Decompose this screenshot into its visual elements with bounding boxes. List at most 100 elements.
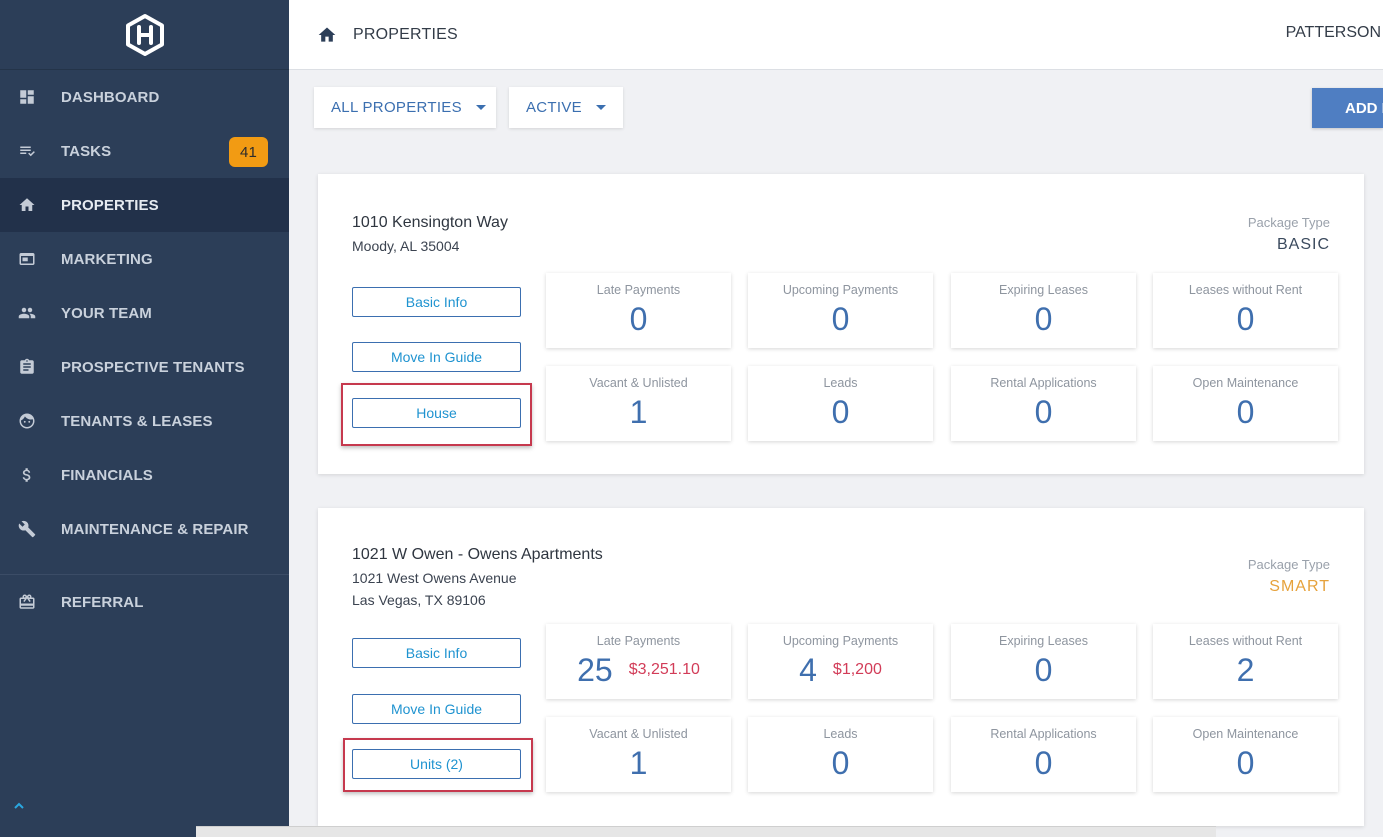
sidebar-item-label: DASHBOARD: [61, 88, 160, 106]
sidebar-item-label: MAINTENANCE & REPAIR: [61, 520, 249, 538]
stat-label: Leads: [823, 727, 858, 741]
add-property-button[interactable]: ADD P: [1312, 88, 1383, 128]
stat-value: 0: [831, 301, 850, 337]
basic-info-button[interactable]: Basic Info: [352, 287, 521, 317]
sidebar-item-label: TASKS: [61, 142, 112, 160]
top-bar: PROPERTIES PATTERSON: [289, 0, 1383, 70]
stat-value: 0: [831, 745, 850, 781]
stat-amount: $3,251.10: [628, 661, 700, 678]
stat-label: Upcoming Payments: [782, 634, 899, 648]
stat-label: Open Maintenance: [1192, 727, 1299, 741]
stat-late-payments[interactable]: Late Payments 0: [546, 273, 731, 348]
sidebar-item-label: REFERRAL: [61, 593, 144, 611]
stat-late-payments[interactable]: Late Payments 25 $3,251.10: [546, 624, 731, 699]
package-type-label: Package Type: [1247, 557, 1330, 572]
sidebar-item-label: TENANTS & LEASES: [61, 412, 213, 430]
stat-label: Vacant & Unlisted: [589, 727, 688, 741]
property-title[interactable]: 1021 W Owen - Owens Apartments: [352, 546, 603, 564]
stat-label: Upcoming Payments: [782, 283, 899, 297]
move-in-guide-button[interactable]: Move In Guide: [352, 694, 521, 724]
sidebar-item-label: PROSPECTIVE TENANTS: [61, 358, 245, 376]
clipboard-icon: [17, 357, 37, 377]
stat-vacant-unlisted[interactable]: Vacant & Unlisted 1: [546, 717, 731, 792]
stat-label: Leases without Rent: [1188, 634, 1303, 648]
sidebar-item-label: YOUR TEAM: [61, 304, 152, 322]
gift-icon: [17, 592, 37, 612]
stat-label: Expiring Leases: [999, 283, 1088, 297]
stat-value: 0: [1034, 745, 1053, 781]
stat-vacant-unlisted[interactable]: Vacant & Unlisted 1: [546, 366, 731, 441]
sidebar-item-tenants-leases[interactable]: TENANTS & LEASES: [0, 394, 289, 448]
sidebar-item-tasks[interactable]: TASKS 41: [0, 124, 289, 178]
sidebar-item-your-team[interactable]: YOUR TEAM: [0, 286, 289, 340]
basic-info-button[interactable]: Basic Info: [352, 638, 521, 668]
stat-label: Leases without Rent: [1188, 283, 1303, 297]
sidebar-item-referral[interactable]: REFERRAL: [0, 575, 289, 629]
house-button[interactable]: House: [352, 398, 521, 428]
stat-upcoming-payments[interactable]: Upcoming Payments 4 $1,200: [748, 624, 933, 699]
stat-leads[interactable]: Leads 0: [748, 366, 933, 441]
stat-label: Leads: [823, 376, 858, 390]
stat-value: 1: [629, 745, 648, 781]
page-title: PROPERTIES: [353, 25, 458, 43]
sidebar-item-marketing[interactable]: MARKETING: [0, 232, 289, 286]
property-card: 1010 Kensington Way Moody, AL 35004 Pack…: [318, 174, 1364, 474]
stat-leases-without-rent[interactable]: Leases without Rent 2: [1153, 624, 1338, 699]
sidebar-item-properties[interactable]: PROPERTIES: [0, 178, 289, 232]
stat-value: 0: [1034, 301, 1053, 337]
stat-label: Expiring Leases: [999, 634, 1088, 648]
status-filter-label: ACTIVE: [526, 99, 582, 116]
stat-label: Rental Applications: [990, 376, 1097, 390]
stat-rental-applications[interactable]: Rental Applications 0: [951, 717, 1136, 792]
stat-label: Late Payments: [596, 634, 681, 648]
logo[interactable]: [0, 0, 289, 70]
home-icon: [17, 195, 37, 215]
stat-value: 0: [1034, 652, 1053, 688]
stat-leases-without-rent[interactable]: Leases without Rent 0: [1153, 273, 1338, 348]
sidebar-item-maintenance-repair[interactable]: MAINTENANCE & REPAIR: [0, 502, 289, 556]
stat-value: 0: [1236, 394, 1255, 430]
stat-value: 2: [1236, 652, 1255, 688]
marketing-icon: [17, 249, 37, 269]
dashboard-icon: [17, 87, 37, 107]
property-address: Moody, AL 35004: [352, 238, 460, 254]
stat-rental-applications[interactable]: Rental Applications 0: [951, 366, 1136, 441]
stat-label: Rental Applications: [990, 727, 1097, 741]
move-in-guide-button[interactable]: Move In Guide: [352, 342, 521, 372]
stat-value: 1: [629, 394, 648, 430]
caret-down-icon: [475, 105, 486, 110]
horizontal-scrollbar[interactable]: [196, 826, 1216, 837]
stat-value: 0: [1236, 301, 1255, 337]
package-type-value: SMART: [1269, 578, 1330, 595]
property-card: 1021 W Owen - Owens Apartments 1021 West…: [318, 508, 1364, 826]
chevron-up-icon[interactable]: [12, 801, 26, 811]
stat-leads[interactable]: Leads 0: [748, 717, 933, 792]
stat-upcoming-payments[interactable]: Upcoming Payments 0: [748, 273, 933, 348]
property-title[interactable]: 1010 Kensington Way: [352, 214, 508, 232]
face-icon: [17, 411, 37, 431]
sidebar: DASHBOARD TASKS 41 PROPERTIES MARKETING …: [0, 0, 289, 837]
stat-value: 0: [629, 301, 648, 337]
units-button[interactable]: Units (2): [352, 749, 521, 779]
home-icon[interactable]: [316, 25, 338, 45]
stat-expiring-leases[interactable]: Expiring Leases 0: [951, 273, 1136, 348]
stat-value: 4: [799, 652, 817, 688]
properties-filter-label: ALL PROPERTIES: [331, 99, 462, 116]
hexagon-logo-icon: [125, 13, 164, 56]
sidebar-item-prospective-tenants[interactable]: PROSPECTIVE TENANTS: [0, 340, 289, 394]
sidebar-item-label: PROPERTIES: [61, 196, 159, 214]
sidebar-item-label: FINANCIALS: [61, 466, 153, 484]
user-menu[interactable]: PATTERSON: [1286, 24, 1381, 42]
stat-open-maintenance[interactable]: Open Maintenance 0: [1153, 717, 1338, 792]
stat-expiring-leases[interactable]: Expiring Leases 0: [951, 624, 1136, 699]
sidebar-item-dashboard[interactable]: DASHBOARD: [0, 70, 289, 124]
sidebar-item-financials[interactable]: FINANCIALS: [0, 448, 289, 502]
stat-amount: $1,200: [832, 661, 882, 678]
package-type-value: BASIC: [1276, 236, 1330, 253]
dollar-icon: [17, 465, 37, 485]
stat-label: Late Payments: [596, 283, 681, 297]
stat-open-maintenance[interactable]: Open Maintenance 0: [1153, 366, 1338, 441]
properties-filter-dropdown[interactable]: ALL PROPERTIES: [314, 87, 496, 128]
property-address-line-2: Las Vegas, TX 89106: [352, 592, 486, 608]
status-filter-dropdown[interactable]: ACTIVE: [509, 87, 623, 128]
